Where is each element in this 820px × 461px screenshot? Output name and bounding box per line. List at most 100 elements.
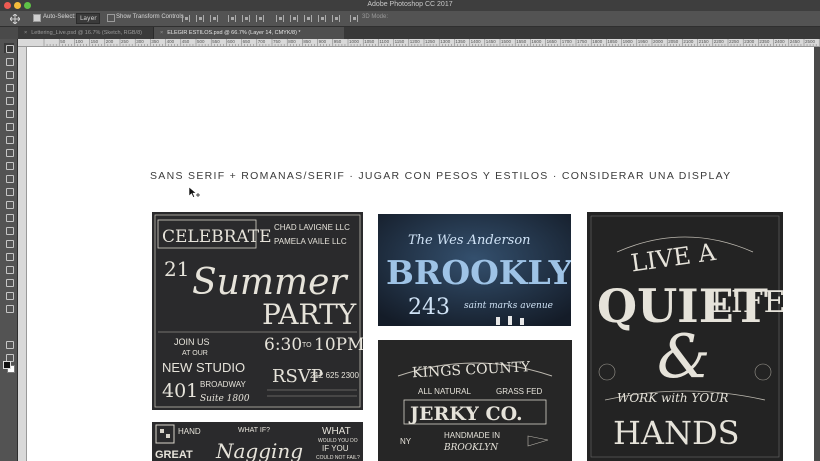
foreground-color-swatch[interactable] xyxy=(3,361,11,369)
art-text: HANDS xyxy=(613,414,740,452)
ruler-tick-label: 600 xyxy=(227,39,235,44)
magic-wand-tool-icon[interactable] xyxy=(4,82,14,92)
ruler-tick-label: 450 xyxy=(181,39,190,44)
hand-tool-icon[interactable] xyxy=(4,277,14,287)
art-text: LIVE A xyxy=(629,238,718,278)
more-tools-icon[interactable] xyxy=(4,303,14,313)
ruler-tick-label: 400 xyxy=(166,39,175,44)
clone-stamp-tool-icon[interactable] xyxy=(4,147,14,157)
blur-tool-icon[interactable] xyxy=(4,199,14,209)
canvas-headline: SANS SERIF + ROMANAS/SERIF · JUGAR CON P… xyxy=(150,170,732,182)
marquee-tool-icon[interactable] xyxy=(4,56,14,66)
align-right-icon[interactable] xyxy=(256,15,264,22)
auto-select-target-dropdown[interactable]: Layer xyxy=(76,13,100,24)
3d-mode-label: 3D Mode: xyxy=(362,14,389,20)
canvas-right-edge xyxy=(814,47,820,461)
art-text: COULD NOT FAIL? xyxy=(316,455,360,461)
distribute-left-icon[interactable] xyxy=(318,15,326,22)
align-bottom-icon[interactable] xyxy=(210,15,218,22)
artwork-quiet-life[interactable]: LIVE A QUIET LIFE & WORK with YOUR HANDS xyxy=(587,212,783,461)
align-top-icon[interactable] xyxy=(182,15,190,22)
ruler-tick-label: 350 xyxy=(151,39,159,44)
align-center-icon[interactable] xyxy=(242,15,250,22)
show-transform-label: Show Transform Controls xyxy=(116,14,184,20)
ruler-tick-label: 1950 xyxy=(637,39,648,44)
close-tab-icon[interactable]: × xyxy=(160,30,163,36)
art-text: JERKY CO. xyxy=(408,403,523,425)
crop-tool-icon[interactable] xyxy=(4,95,14,105)
lasso-tool-icon[interactable] xyxy=(4,69,14,79)
align-left-icon[interactable] xyxy=(228,15,236,22)
ruler-tick-label: 1050 xyxy=(364,39,375,44)
art-text: PAMELA VAILE LLC xyxy=(274,237,347,246)
art-text: NY xyxy=(400,437,412,446)
eraser-tool-icon[interactable] xyxy=(4,173,14,183)
art-text: BROOKLYN xyxy=(443,443,499,453)
ruler-tick-label: 2400 xyxy=(774,39,785,44)
ruler-tick-label: 1800 xyxy=(592,39,603,44)
art-text: NEW STUDIO xyxy=(162,360,245,375)
ruler-tick-label: 50 xyxy=(60,39,66,44)
art-text: CELEBRATE xyxy=(162,227,272,247)
artwork-kings-county[interactable]: KINGS COUNTY ALL NATURAL GRASS FED JERKY… xyxy=(378,340,572,461)
ruler-tick-label: 1350 xyxy=(455,39,466,44)
tab-elegir-estilos[interactable]: × ELEGIR ESTILOS.psd @ 66.7% (Layer 14, C… xyxy=(154,27,344,39)
dodge-tool-icon[interactable] xyxy=(4,212,14,222)
horizontal-ruler[interactable]: 50 100 150 200 250 300 350 400 450 500 550 600 650 70… xyxy=(18,39,820,47)
move-tool-icon[interactable] xyxy=(4,43,14,53)
path-selection-tool-icon[interactable] xyxy=(4,251,14,261)
distribute-top-icon[interactable] xyxy=(276,15,284,22)
healing-brush-tool-icon[interactable] xyxy=(4,121,14,131)
artwork-brooklyn[interactable]: The Wes Anderson BROOKLYN 243 saint mark… xyxy=(378,214,571,326)
ruler-tick-label: 1650 xyxy=(546,39,557,44)
ruler-tick-label: 2150 xyxy=(698,39,709,44)
art-text: PARTY xyxy=(262,298,357,331)
gradient-tool-icon[interactable] xyxy=(4,186,14,196)
brush-tool-icon[interactable] xyxy=(4,134,14,144)
artwork-summer-party[interactable]: CELEBRATE CHAD LAVIGNE LLC PAMELA VAILE … xyxy=(152,212,363,410)
art-text: 21 xyxy=(164,257,189,281)
distribute-bottom-icon[interactable] xyxy=(304,15,312,22)
art-text: ALL NATURAL xyxy=(418,387,471,396)
artwork-nagging[interactable]: HAND GREAT WHAT IF? Nagging WHAT WOULD Y… xyxy=(152,422,363,461)
ruler-tick-label: 800 xyxy=(288,39,296,44)
type-tool-icon[interactable] xyxy=(4,238,14,248)
ruler-tick-label: 650 xyxy=(242,39,251,44)
options-bar: Auto-Select: Layer Show Transform Contro… xyxy=(0,11,820,27)
vertical-ruler[interactable] xyxy=(18,47,27,461)
ruler-tick-label: 2000 xyxy=(653,39,664,44)
art-text: CHAD LAVIGNE LLC xyxy=(274,223,350,232)
art-text: The Wes Anderson xyxy=(408,233,531,248)
art-text: 10PM xyxy=(314,335,363,355)
ruler-tick-label: 2050 xyxy=(668,39,679,44)
history-brush-tool-icon[interactable] xyxy=(4,160,14,170)
ruler-tick-label: 550 xyxy=(212,39,220,44)
ruler-tick-label: 100 xyxy=(75,39,83,44)
zoom-tool-icon[interactable] xyxy=(4,290,14,300)
ruler-tick-label: 1400 xyxy=(470,39,481,44)
distribute-middle-icon[interactable] xyxy=(290,15,298,22)
show-transform-checkbox[interactable] xyxy=(107,14,115,22)
art-text: LIFE xyxy=(711,285,783,320)
tab-lettering-live[interactable]: × Lettering_Live.psd @ 16.7% (Sketch, RGB… xyxy=(18,27,154,39)
pen-tool-icon[interactable] xyxy=(4,225,14,235)
auto-align-icon[interactable] xyxy=(350,15,358,22)
eyedropper-tool-icon[interactable] xyxy=(4,108,14,118)
document-canvas[interactable]: SANS SERIF + ROMANAS/SERIF · JUGAR CON P… xyxy=(27,47,814,461)
tab-label: Lettering_Live.psd @ 16.7% (Sketch, RGB/… xyxy=(31,30,142,36)
ruler-tick-label: 700 xyxy=(257,39,266,44)
ruler-tick-label: 1900 xyxy=(622,39,633,44)
ruler-tick-label: 1300 xyxy=(440,39,451,44)
close-tab-icon[interactable]: × xyxy=(24,30,27,36)
shape-tool-icon[interactable] xyxy=(4,264,14,274)
art-text: TO xyxy=(302,342,312,349)
move-tool-icon[interactable] xyxy=(10,14,20,24)
ruler-tick-label: 1550 xyxy=(516,39,527,44)
auto-select-checkbox[interactable] xyxy=(33,14,41,22)
distribute-right-icon[interactable] xyxy=(332,15,340,22)
art-text: AT OUR xyxy=(182,350,208,357)
svg-text:&: & xyxy=(657,322,710,392)
ruler-tick-label: 1450 xyxy=(485,39,496,44)
quick-mask-icon[interactable] xyxy=(4,339,14,349)
align-middle-icon[interactable] xyxy=(196,15,204,22)
